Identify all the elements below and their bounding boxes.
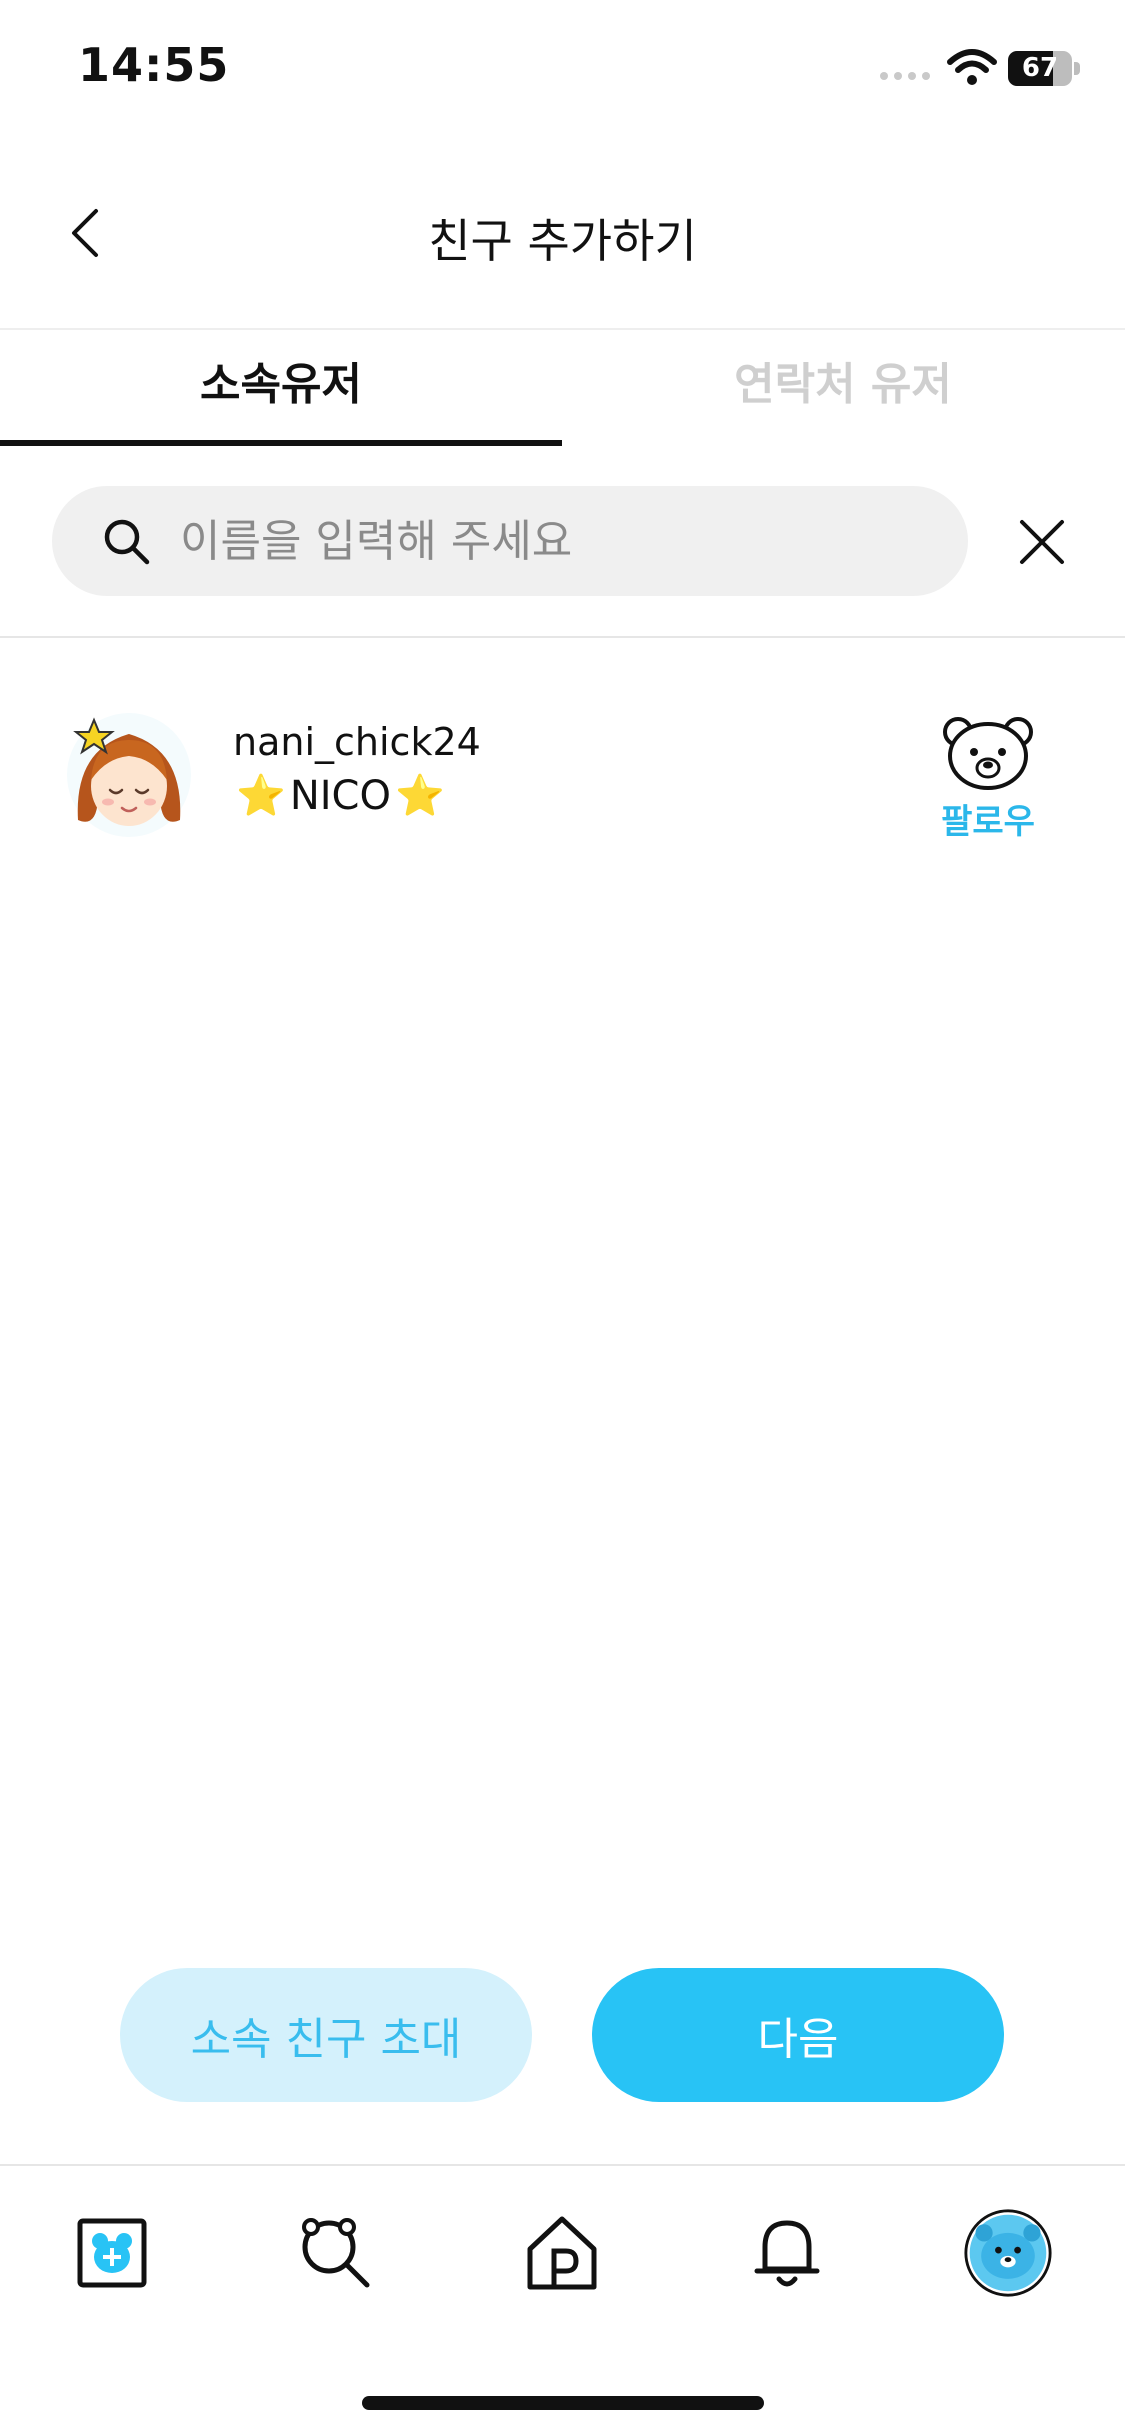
star-icon: ⭐ [236,773,286,819]
invite-affiliated-friends-button[interactable]: 소속 친구 초대 [120,1968,532,2102]
close-icon[interactable] [1016,516,1068,568]
search-icon [302,2218,370,2288]
profile-avatar-icon [964,2209,1052,2297]
tab-contact-users[interactable]: 연락처 유저 [562,350,1124,446]
tabbar-divider [0,2164,1125,2166]
status-time: 14:55 [78,38,230,92]
page-title: 친구 추가하기 [428,214,697,268]
avatar[interactable] [64,710,194,840]
nav-notifications[interactable] [742,2208,832,2298]
search-input[interactable] [178,500,942,582]
tab-affiliated-users[interactable]: 소속유저 [0,350,562,446]
active-tab-indicator [0,440,562,446]
home-icon [527,2216,597,2290]
follow-label: 팔로우 [941,802,1035,842]
star-icon: ⭐ [394,773,445,819]
nav-search[interactable] [290,2208,380,2298]
nav-add-post[interactable] [67,2208,157,2298]
next-button[interactable]: 다음 [592,1968,1004,2102]
battery-level: 67 [1008,51,1072,86]
home-indicator [362,2396,764,2410]
user-username: nani_chick24 [233,720,481,764]
follow-button[interactable]: 팔로우 [936,712,1040,842]
battery-icon: 67 [1008,51,1080,86]
add-post-icon [77,2218,147,2288]
nav-profile[interactable] [963,2208,1053,2298]
wifi-icon [947,49,997,85]
user-nickname: ⭐ NICO ⭐ [236,772,445,820]
nav-home[interactable] [517,2208,607,2298]
user-nickname-text: NICO [289,772,391,819]
search-icon [104,519,150,565]
cellular-signal-icon [880,72,932,82]
search-divider [0,636,1125,638]
bear-icon [943,717,1033,790]
bell-icon [754,2220,820,2287]
header-divider [0,328,1125,330]
